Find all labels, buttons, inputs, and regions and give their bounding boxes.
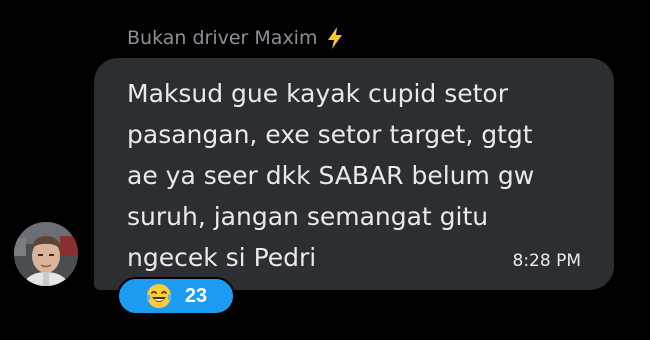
- message-text: Maksud gue kayak cupid setor pasangan, e…: [127, 79, 535, 272]
- lightning-bolt-icon: [328, 27, 343, 49]
- face-with-tears-of-joy-icon: [146, 284, 172, 308]
- avatar-photo: [14, 222, 78, 286]
- avatar[interactable]: [14, 222, 78, 286]
- reaction-count: 23: [184, 284, 208, 307]
- sender-header: Bukan driver Maxim: [127, 24, 345, 52]
- message-bubble[interactable]: Maksud gue kayak cupid setor pasangan, e…: [94, 58, 614, 290]
- sender-name[interactable]: Bukan driver Maxim: [127, 27, 317, 49]
- reaction-pill[interactable]: 23: [117, 277, 235, 315]
- message-timestamp: 8:28 PM: [512, 251, 582, 271]
- chat-view: Bukan driver Maxim Maksud gue kayak cupi…: [0, 0, 650, 340]
